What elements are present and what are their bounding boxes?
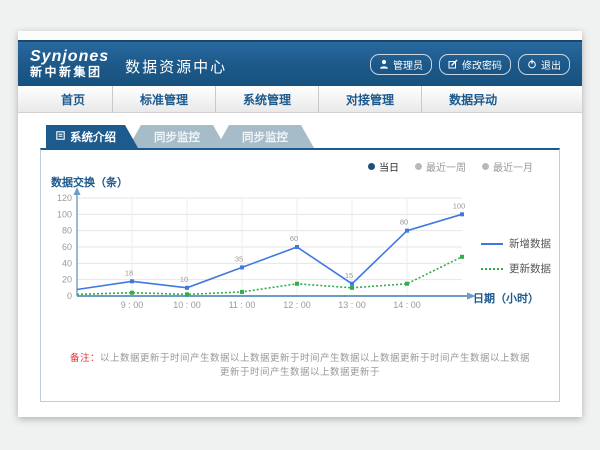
svg-text:100: 100 bbox=[453, 201, 466, 210]
legend-updated-data-label: 更新数据 bbox=[509, 261, 551, 276]
svg-text:10: 10 bbox=[180, 275, 188, 284]
tab-sync-monitor-2[interactable]: 同步监控 bbox=[216, 125, 314, 148]
radio-today-label: 当日 bbox=[379, 159, 399, 174]
tab-system-intro[interactable]: 系统介绍 bbox=[46, 125, 138, 148]
svg-text:80: 80 bbox=[62, 226, 72, 236]
svg-text:12 : 00: 12 : 00 bbox=[283, 300, 311, 310]
svg-text:10 : 00: 10 : 00 bbox=[173, 300, 201, 310]
svg-text:20: 20 bbox=[62, 275, 72, 285]
svg-text:15: 15 bbox=[345, 271, 353, 280]
document-icon bbox=[56, 131, 65, 143]
main-nav: 首页 标准管理 系统管理 对接管理 数据异动 bbox=[18, 86, 582, 113]
footnote-text: 以上数据更新于时间产生数据以上数据更新于时间产生数据以上数据更新于时间产生数据以… bbox=[100, 353, 530, 378]
footnote: 备注：以上数据更新于时间产生数据以上数据更新于时间产生数据以上数据更新于时间产生… bbox=[41, 350, 559, 378]
svg-text:11 : 00: 11 : 00 bbox=[229, 300, 256, 310]
svg-text:80: 80 bbox=[400, 218, 408, 227]
nav-item-standard-mgmt[interactable]: 标准管理 bbox=[112, 86, 215, 112]
svg-text:9 : 00: 9 : 00 bbox=[121, 300, 144, 310]
logo-company-text: 新中新集团 bbox=[30, 66, 109, 79]
power-icon bbox=[527, 59, 537, 69]
nav-item-data-change[interactable]: 数据异动 bbox=[421, 86, 524, 112]
window-top-strip bbox=[18, 31, 582, 40]
legend-item-updated-data: 更新数据 bbox=[481, 261, 551, 276]
admin-user-button[interactable]: 管理员 bbox=[370, 54, 432, 75]
chart-panel: 当日 最近一周 最近一月 9 : 00 10 : 00 11 : 00 12 : 00… bbox=[40, 148, 560, 402]
svg-text:14 : 00: 14 : 00 bbox=[393, 300, 421, 310]
page-background: Synjones 新中新集团 数据资源中心 管理员 修改密码 bbox=[0, 0, 600, 450]
user-actions: 管理员 修改密码 退出 bbox=[370, 54, 570, 75]
radio-last-month-label: 最近一月 bbox=[493, 159, 533, 174]
legend-new-data-label: 新增数据 bbox=[509, 236, 551, 251]
legend-item-new-data: 新增数据 bbox=[481, 236, 551, 251]
svg-text:40: 40 bbox=[62, 258, 72, 268]
chart-zone: 9 : 00 10 : 00 11 : 00 12 : 00 13 : 00 14 : 0… bbox=[41, 174, 559, 328]
svg-text:35: 35 bbox=[235, 254, 243, 263]
blue-line-sample-icon bbox=[481, 243, 503, 245]
nav-item-home[interactable]: 首页 bbox=[34, 86, 112, 112]
change-password-label: 修改密码 bbox=[462, 57, 502, 72]
nav-item-docking-mgmt[interactable]: 对接管理 bbox=[318, 86, 421, 112]
tab-sync-monitor-1[interactable]: 同步监控 bbox=[128, 125, 226, 148]
tab-sync-monitor-1-label: 同步监控 bbox=[154, 129, 200, 145]
svg-text:60: 60 bbox=[290, 234, 298, 243]
radio-dot-icon bbox=[482, 163, 489, 170]
svg-text:数据交换（条）: 数据交换（条） bbox=[51, 175, 128, 189]
nav-item-system-mgmt[interactable]: 系统管理 bbox=[215, 86, 318, 112]
x-axis-title: 日期（小时） bbox=[473, 290, 539, 306]
tab-sync-monitor-2-label: 同步监控 bbox=[242, 129, 288, 145]
green-dotted-sample-icon bbox=[481, 268, 503, 270]
edit-icon bbox=[448, 59, 458, 69]
tab-system-intro-label: 系统介绍 bbox=[70, 129, 116, 145]
radio-last-month[interactable]: 最近一月 bbox=[482, 159, 533, 174]
time-filter: 当日 最近一周 最近一月 bbox=[368, 159, 533, 174]
change-password-button[interactable]: 修改密码 bbox=[439, 54, 511, 75]
logout-button[interactable]: 退出 bbox=[518, 54, 570, 75]
radio-dot-icon bbox=[368, 163, 375, 170]
line-chart: 9 : 00 10 : 00 11 : 00 12 : 00 13 : 00 14 : 0… bbox=[45, 174, 497, 324]
company-logo: Synjones 新中新集团 bbox=[30, 49, 109, 78]
logo-brand-text: Synjones bbox=[30, 49, 109, 66]
radio-last-week-label: 最近一周 bbox=[426, 159, 466, 174]
svg-text:0: 0 bbox=[67, 291, 72, 301]
radio-dot-icon bbox=[415, 163, 422, 170]
app-window: Synjones 新中新集团 数据资源中心 管理员 修改密码 bbox=[18, 31, 582, 417]
svg-text:13 : 00: 13 : 00 bbox=[338, 300, 366, 310]
chart-legend: 新增数据 更新数据 bbox=[481, 236, 551, 276]
svg-text:100: 100 bbox=[57, 209, 72, 219]
main-content: 系统介绍 同步监控 同步监控 当日 最近一周 bbox=[18, 113, 582, 402]
user-icon bbox=[379, 59, 389, 69]
svg-text:120: 120 bbox=[57, 193, 72, 203]
radio-last-week[interactable]: 最近一周 bbox=[415, 159, 466, 174]
app-header: Synjones 新中新集团 数据资源中心 管理员 修改密码 bbox=[18, 40, 582, 86]
footnote-prefix: 备注： bbox=[70, 353, 100, 364]
logout-label: 退出 bbox=[541, 57, 561, 72]
svg-text:18: 18 bbox=[125, 268, 133, 277]
radio-today[interactable]: 当日 bbox=[368, 159, 399, 174]
svg-text:60: 60 bbox=[62, 242, 72, 252]
app-title: 数据资源中心 bbox=[125, 56, 227, 77]
tab-bar: 系统介绍 同步监控 同步监控 bbox=[46, 125, 560, 148]
admin-user-label: 管理员 bbox=[393, 57, 423, 72]
